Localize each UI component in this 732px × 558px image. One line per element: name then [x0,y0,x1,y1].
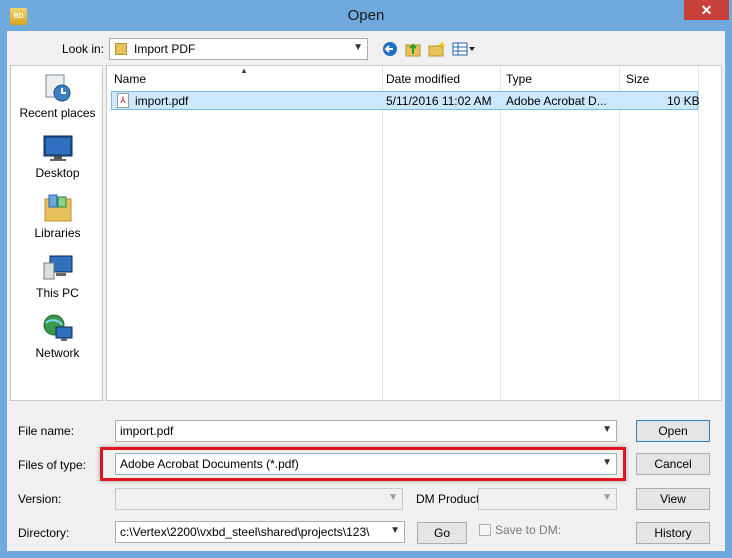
dm-product-label: DM Product [416,492,480,506]
open-button[interactable]: Open [636,420,710,442]
cancel-button[interactable]: Cancel [636,453,710,475]
column-separator[interactable] [619,66,620,400]
chevron-down-icon: ▼ [602,457,612,468]
column-separator[interactable] [382,66,383,400]
pdf-file-icon: ⅄ [117,93,129,108]
folder-icon [115,43,127,55]
look-in-combo[interactable]: Import PDF ▼ [109,38,368,60]
file-name: import.pdf [135,94,189,108]
place-label: This PC [36,286,79,300]
column-separator[interactable] [500,66,501,400]
file-name-value: import.pdf [120,424,174,438]
place-recent-places[interactable]: Recent places [11,73,104,120]
chevron-down-icon: ▼ [353,42,363,53]
file-name-label: File name: [18,424,75,438]
open-dialog: BD Open ✕ Look in: Import PDF ▼ Recent p… [0,0,732,558]
place-label: Network [35,346,80,360]
column-header-date[interactable]: Date modified [386,70,460,88]
close-button[interactable]: ✕ [684,0,729,20]
directory-label: Directory: [18,526,70,540]
chevron-down-icon: ▼ [602,424,612,435]
column-separator[interactable] [698,66,699,400]
libraries-icon [42,193,74,223]
column-header-name[interactable]: Name [114,70,146,88]
save-to-dm-checkbox[interactable] [479,524,491,536]
dm-product-combo[interactable]: ▼ [478,488,617,510]
place-this-pc[interactable]: This PC [11,253,104,300]
file-size: 10 KB [667,94,700,108]
place-label: Desktop [35,166,80,180]
directory-combo[interactable]: c:\Vertex\2200\vxbd_steel\shared\project… [115,521,405,543]
chevron-down-icon: ▼ [602,492,612,503]
column-header-type[interactable]: Type [506,70,532,88]
version-label: Version: [18,492,62,506]
save-to-dm-label: Save to DM: [495,523,562,537]
places-bar: Recent places Desktop Libraries This PC [10,65,103,401]
up-folder-icon[interactable] [404,40,422,58]
column-header-size[interactable]: Size [626,70,649,88]
recent-places-icon [42,73,74,103]
window-title: Open [347,7,385,24]
files-of-type-label: Files of type: [18,458,87,472]
look-in-label: Look in: [62,42,105,56]
file-type: Adobe Acrobat D... [506,94,607,108]
sort-ascending-icon: ▲ [240,66,248,75]
title-bar[interactable]: BD Open ✕ [0,0,732,32]
place-network[interactable]: Network [11,313,104,360]
place-libraries[interactable]: Libraries [11,193,104,240]
chevron-down-icon: ▼ [390,525,400,536]
version-combo[interactable]: ▼ [115,488,403,510]
file-name-combo[interactable]: import.pdf ▼ [115,420,617,442]
desktop-icon [42,133,74,163]
this-pc-icon [42,253,74,283]
files-of-type-combo[interactable]: Adobe Acrobat Documents (*.pdf) ▼ [115,453,617,475]
back-icon[interactable] [381,40,399,58]
files-of-type-value: Adobe Acrobat Documents (*.pdf) [120,457,299,471]
place-label: Libraries [34,226,81,240]
chevron-down-icon: ▼ [388,492,398,503]
look-in-value: Import PDF [134,42,196,56]
view-menu-icon[interactable] [452,40,476,58]
view-button[interactable]: View [636,488,710,510]
history-button[interactable]: History [636,522,710,544]
new-folder-icon[interactable] [428,40,446,58]
file-list[interactable]: ▲ Name Date modified Type Size ⅄ import.… [106,65,722,401]
go-button[interactable]: Go [417,522,467,544]
file-date: 5/11/2016 11:02 AM [386,94,492,108]
place-desktop[interactable]: Desktop [11,133,104,180]
dialog-body: Look in: Import PDF ▼ Recent places Desk… [7,31,725,551]
place-label: Recent places [19,106,96,120]
network-icon [42,313,74,343]
directory-value: c:\Vertex\2200\vxbd_steel\shared\project… [120,525,370,539]
file-row[interactable]: ⅄ import.pdf 5/11/2016 11:02 AM Adobe Ac… [111,91,700,110]
